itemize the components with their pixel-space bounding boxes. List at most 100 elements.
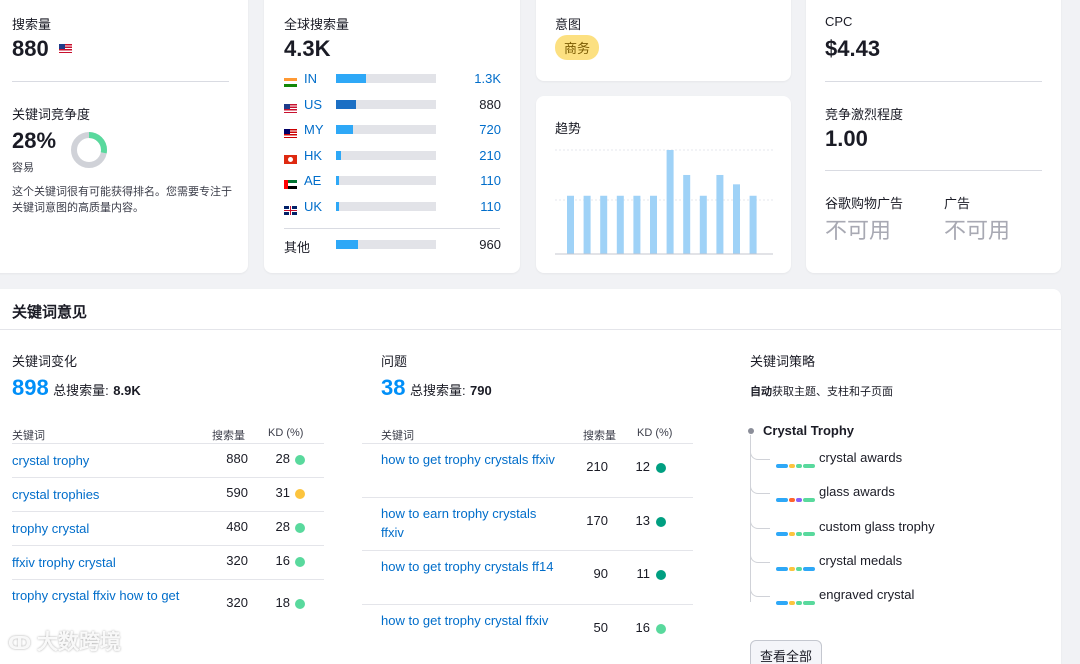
trend-bar xyxy=(650,195,657,254)
question-link[interactable]: how to get trophy crystals ffxiv xyxy=(381,450,561,469)
table-row: how to earn trophy crystals ffxiv 170 13 xyxy=(362,496,693,550)
tree-child-label[interactable]: glass awards xyxy=(819,484,895,499)
country-code[interactable]: IN xyxy=(304,71,317,86)
competition-value: 1.00 xyxy=(825,126,868,151)
keyword-ideas-panel: 关键词意见 关键词变化 898 总搜索量: 8.9K 关键词 搜索量 KD (%… xyxy=(0,289,1061,664)
variations-count[interactable]: 898 xyxy=(12,375,49,400)
intent-card: 意图 商务 xyxy=(536,0,791,81)
keyword-link[interactable]: ffxiv trophy crystal xyxy=(12,553,192,572)
divider xyxy=(825,170,1042,171)
country-code[interactable]: MY xyxy=(304,122,324,137)
table-row: trophy crystal 480 28 xyxy=(12,511,324,545)
global-label: 全球搜索量 xyxy=(284,17,350,32)
ae-flag-icon xyxy=(284,176,297,191)
country-value: 880 xyxy=(479,96,501,112)
keyword-link[interactable]: crystal trophies xyxy=(12,485,192,504)
kd-value: 31 xyxy=(275,485,290,500)
tree-child-label[interactable]: custom glass trophy xyxy=(819,519,935,534)
trend-bar xyxy=(733,184,740,254)
country-code[interactable]: UK xyxy=(304,199,322,214)
uk-flag-icon xyxy=(284,202,297,217)
topic-segments-icon xyxy=(776,526,815,544)
table-row: how to get trophy crystals ff14 90 11 xyxy=(362,550,693,603)
kd-dot-icon xyxy=(295,455,305,465)
keyword-link[interactable]: crystal trophy xyxy=(12,451,192,470)
country-value[interactable]: 1.3K xyxy=(454,71,501,86)
divider xyxy=(12,81,229,82)
kd-label: 关键词竞争度 xyxy=(12,107,91,122)
tree-child-label[interactable]: crystal awards xyxy=(819,450,902,465)
tree-connector xyxy=(750,480,770,495)
intent-badge[interactable]: 商务 xyxy=(555,35,600,60)
kd-dot-icon xyxy=(656,570,666,580)
kd-level: 容易 xyxy=(12,162,34,174)
header-kd[interactable]: KD (%) xyxy=(268,427,303,439)
country-value[interactable]: 210 xyxy=(454,148,501,163)
us-flag-icon xyxy=(58,43,72,53)
cpc-card: CPC $4.43 竞争激烈程度 1.00 谷歌购物广告 不可用 广告 不可用 xyxy=(806,0,1061,273)
strategy-auto: 自动 xyxy=(750,386,772,398)
variations-total-label: 总搜索量: xyxy=(53,383,109,398)
country-code[interactable]: US xyxy=(304,97,322,112)
volume-value: 90 xyxy=(593,566,608,581)
shopping-value: 不可用 xyxy=(825,218,892,243)
tree-connector xyxy=(750,514,770,529)
header-volume[interactable]: 搜索量 xyxy=(212,427,245,443)
competition-label: 竞争激烈程度 xyxy=(825,107,904,122)
header-keyword: 关键词 xyxy=(12,430,45,442)
question-link[interactable]: how to get trophy crystals ff14 xyxy=(381,557,561,576)
question-link[interactable]: how to get trophy crystal ffxiv xyxy=(381,611,561,630)
topic-segments-icon xyxy=(776,594,815,612)
tree-child-label[interactable]: crystal medals xyxy=(819,553,902,568)
view-all-button[interactable]: 查看全部 xyxy=(750,640,823,664)
hk-flag-icon xyxy=(284,151,297,166)
topic-segments-icon xyxy=(776,560,815,578)
volume-card: 搜索量 880 关键词竞争度 28% 容易 这个关键词很有可能获得排名。您需要专… xyxy=(0,0,248,273)
volume-value: 210 xyxy=(586,459,608,474)
trend-card: 趋势 xyxy=(536,96,791,273)
volume-value: 590 xyxy=(226,485,248,500)
volume-value: 50 xyxy=(593,619,608,635)
tree-child-label[interactable]: engraved crystal xyxy=(819,587,914,602)
other-value: 960 xyxy=(479,237,501,252)
questions-total-label: 总搜索量: xyxy=(409,383,466,398)
country-code[interactable]: HK xyxy=(304,148,322,163)
header-kd[interactable]: KD (%) xyxy=(637,427,672,439)
trend-bar xyxy=(600,195,608,254)
country-bar xyxy=(336,125,436,135)
strategy-label: 关键词策略 xyxy=(750,354,816,369)
keyword-link[interactable]: trophy crystal xyxy=(12,519,192,538)
kd-donut-icon xyxy=(71,132,107,168)
kd-value: 12 xyxy=(635,459,650,474)
strategy-subtitle: 自动获取主题、支柱和子页面 xyxy=(750,383,893,399)
tree-connector xyxy=(750,583,770,598)
question-link[interactable]: how to earn trophy crystals ffxiv xyxy=(381,504,561,542)
divider xyxy=(825,81,1042,82)
country-code[interactable]: AE xyxy=(304,173,321,188)
kd-dot-icon xyxy=(295,523,305,533)
divider xyxy=(284,228,500,229)
questions-count[interactable]: 38 xyxy=(381,375,405,400)
questions-label: 问题 xyxy=(381,354,408,369)
watermark: ↀ 大数跨境 xyxy=(8,631,122,654)
variations-total: 8.9K xyxy=(113,383,141,398)
trend-bar xyxy=(666,150,674,254)
kd-value: 28 xyxy=(275,519,290,534)
kd-dot-icon xyxy=(295,489,305,499)
country-bar xyxy=(336,150,436,160)
strategy-tree: Crystal Trophy crystal awards glass award… xyxy=(742,419,1042,619)
ads-label: 广告 xyxy=(944,196,971,211)
tree-connector xyxy=(750,446,770,460)
trend-bar xyxy=(716,174,724,254)
header-volume[interactable]: 搜索量 xyxy=(583,427,616,443)
watermark-logo-icon: ↀ xyxy=(8,633,32,653)
table-row: how to get trophy crystal ffxiv 50 16 xyxy=(362,603,693,657)
country-bar xyxy=(336,202,436,211)
keyword-link[interactable]: trophy crystal ffxiv how to get xyxy=(12,586,192,605)
tree-root[interactable]: Crystal Trophy xyxy=(763,423,854,438)
country-value[interactable]: 110 xyxy=(454,173,501,188)
country-value[interactable]: 720 xyxy=(454,122,501,137)
volume-label: 搜索量 xyxy=(12,17,52,32)
other-bar xyxy=(336,240,436,249)
country-value[interactable]: 110 xyxy=(454,199,501,214)
